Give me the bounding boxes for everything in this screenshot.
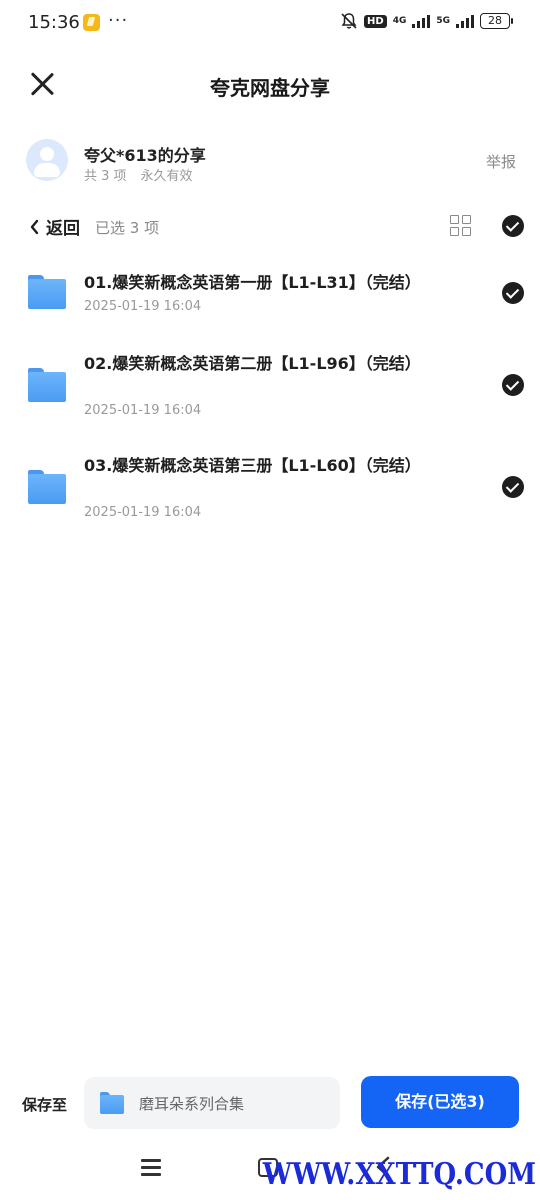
- folder-icon: [100, 1092, 124, 1114]
- network-5g-label: 5G: [436, 15, 450, 26]
- item-checkbox[interactable]: [502, 374, 524, 396]
- destination-selector[interactable]: 磨耳朵系列合集: [84, 1077, 340, 1129]
- network-4g-label: 4G: [392, 15, 407, 26]
- status-bar: 15:36 ··· HD 4G 5G 28: [0, 0, 540, 46]
- notification-app-icon: [83, 14, 100, 31]
- save-bar: 保存至 磨耳朵系列合集 保存(已选3): [0, 1074, 540, 1134]
- folder-icon: [28, 470, 66, 504]
- file-name: 02.爆笑新概念英语第二册【L1-L96】（完结）: [84, 354, 421, 373]
- item-count: 共 3 项: [84, 169, 127, 184]
- more-notifications-icon: ···: [108, 10, 129, 31]
- title-bar: 夸克网盘分享: [0, 58, 540, 112]
- file-date: 2025-01-19 16:04: [84, 403, 202, 418]
- destination-name: 磨耳朵系列合集: [139, 1095, 245, 1113]
- page-title: 夸克网盘分享: [210, 76, 330, 100]
- action-row: 返回 已选 3 项: [30, 212, 526, 242]
- menu-icon[interactable]: [141, 1158, 161, 1176]
- file-date: 2025-01-19 16:04: [84, 299, 202, 314]
- validity: 永久有效: [140, 169, 193, 184]
- hd-badge: HD: [364, 14, 387, 28]
- avatar: [26, 139, 68, 181]
- item-checkbox[interactable]: [502, 282, 524, 304]
- status-time: 15:36: [28, 12, 80, 33]
- signal-icon: [456, 14, 474, 28]
- sharer-info: 夸父*613的分享 共 3 项 永久有效 举报: [26, 139, 516, 185]
- signal-icon: [412, 14, 431, 28]
- select-all-checkbox[interactable]: [502, 215, 524, 237]
- save-to-label: 保存至: [22, 1096, 68, 1114]
- item-checkbox[interactable]: [502, 476, 524, 498]
- list-item[interactable]: 01.爆笑新概念英语第一册【L1-L31】（完结） 2025-01-19 16:…: [0, 258, 540, 360]
- share-meta: 共 3 项 永久有效: [84, 165, 193, 184]
- grid-view-icon[interactable]: [450, 215, 472, 237]
- list-item[interactable]: 03.爆笑新概念英语第三册【L1-L60】（完结） 2025-01-19 16:…: [0, 456, 540, 564]
- watermark: WWW.XXTTQ.COM: [262, 1157, 536, 1193]
- save-button[interactable]: 保存(已选3): [361, 1076, 519, 1128]
- status-icons: HD 4G 5G 28: [340, 12, 513, 30]
- muted-bell-icon: [341, 13, 357, 29]
- selected-count: 已选 3 项: [95, 219, 160, 237]
- back-label: 返回: [46, 219, 80, 239]
- back-button[interactable]: 返回: [30, 214, 80, 239]
- chevron-left-icon: [30, 219, 39, 234]
- folder-icon: [28, 275, 66, 309]
- file-date: 2025-01-19 16:04: [84, 505, 202, 520]
- file-name: 01.爆笑新概念英语第一册【L1-L31】（完结）: [84, 273, 421, 292]
- file-list: 01.爆笑新概念英语第一册【L1-L31】（完结） 2025-01-19 16:…: [0, 258, 540, 564]
- report-button[interactable]: 举报: [486, 151, 516, 172]
- battery-icon: 28: [480, 13, 513, 29]
- file-name: 03.爆笑新概念英语第三册【L1-L60】（完结）: [84, 456, 421, 475]
- folder-icon: [28, 368, 66, 402]
- list-item[interactable]: 02.爆笑新概念英语第二册【L1-L96】（完结） 2025-01-19 16:…: [0, 354, 540, 462]
- sharer-name: 夸父*613的分享: [84, 146, 206, 165]
